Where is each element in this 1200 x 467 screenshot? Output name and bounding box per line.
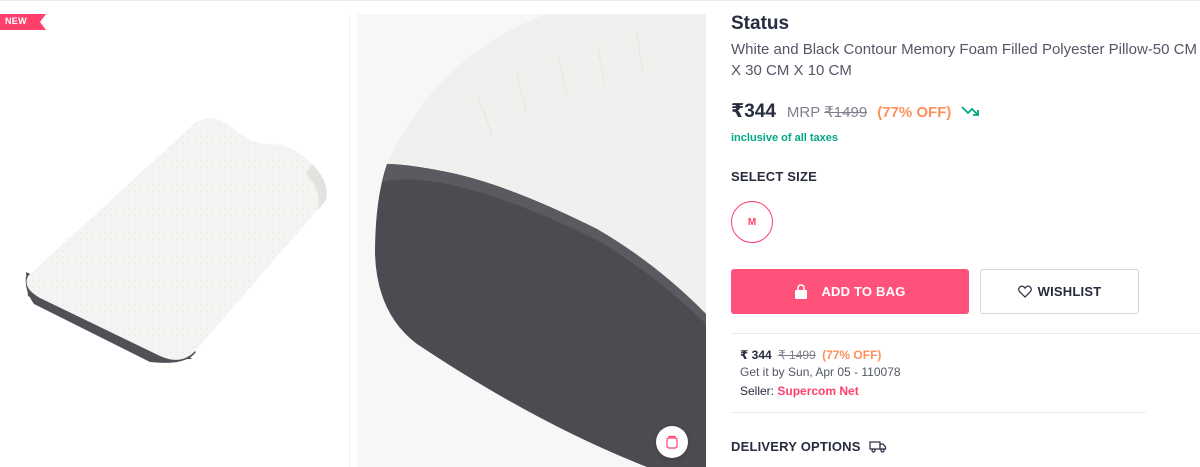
seller-label: Seller: [740,384,775,398]
seller-offer-price: ₹ 344 ₹ 1499 (77% OFF) [740,348,881,362]
price-row: ₹344 MRP ₹1499 (77% OFF) [731,100,981,123]
section-divider [731,333,1200,334]
seller-name-link[interactable]: Supercom Net [777,384,858,398]
tax-note: inclusive of all taxes [731,132,838,144]
offer-discount: (77% OFF) [822,348,882,362]
product-image-2[interactable] [357,14,706,467]
brand-name: Status [731,13,790,34]
trending-down-icon [961,104,981,122]
add-to-bag-label: ADD TO BAG [821,284,906,299]
delivery-options-heading: DELIVERY OPTIONS [731,439,887,454]
pillow-image-right [357,14,706,467]
offer-mrp: ₹ 1499 [778,348,816,362]
view-similar-button[interactable] [656,426,688,458]
top-divider [0,0,1200,1]
product-image-1[interactable] [0,14,350,467]
pillow-image-left [25,118,327,363]
heart-icon [1017,285,1032,298]
section-divider-2 [731,412,1146,413]
selling-price: ₹344 [731,101,776,122]
mrp-value: ₹1499 [824,104,868,121]
wishlist-button[interactable]: WISHLIST [980,269,1139,314]
delivery-options-label: DELIVERY OPTIONS [731,439,861,454]
offer-price: ₹ 344 [740,348,772,362]
similar-products-icon [666,435,678,449]
delivery-eta: Get it by Sun, Apr 05 - 110078 [740,365,901,379]
new-badge: NEW [0,14,46,30]
truck-icon [869,440,887,453]
discount-percent: (77% OFF) [877,104,952,121]
new-badge-label: NEW [5,16,27,26]
product-title: White and Black Contour Memory Foam Fill… [731,41,1197,79]
seller-info: Seller: Supercom Net [740,384,859,398]
select-size-heading: SELECT SIZE [731,169,817,184]
mrp-label: MRP [786,104,821,121]
wishlist-label: WISHLIST [1037,284,1102,299]
size-option-m[interactable]: M [731,201,773,243]
bag-icon [794,283,808,300]
add-to-bag-button[interactable]: ADD TO BAG [731,269,969,314]
